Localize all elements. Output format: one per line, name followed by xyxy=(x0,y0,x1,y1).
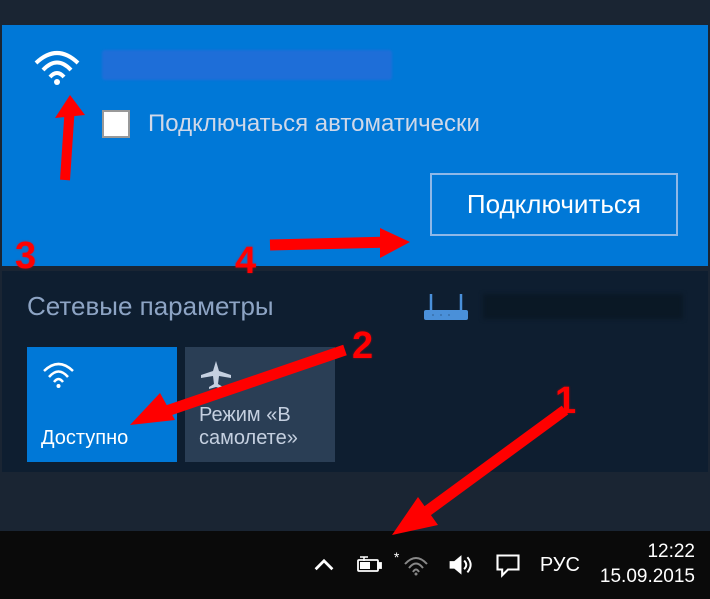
clock-time: 12:22 xyxy=(600,540,695,565)
airplane-tile-label: Режим «В самолете» xyxy=(199,404,321,450)
settings-title: Сетевые параметры xyxy=(27,291,274,322)
wifi-tile[interactable]: Доступно xyxy=(27,347,177,462)
action-center-icon[interactable] xyxy=(494,551,522,579)
network-settings-panel: Сетевые параметры xyxy=(2,271,708,472)
system-tray: * xyxy=(310,551,522,579)
wifi-icon xyxy=(41,359,76,389)
language-indicator[interactable]: РУС xyxy=(540,554,580,577)
auto-connect-label: Подключаться автоматически xyxy=(148,110,480,138)
network-header xyxy=(32,45,678,85)
router-info xyxy=(421,292,683,322)
airplane-icon xyxy=(199,359,234,389)
battery-icon[interactable] xyxy=(356,551,384,579)
auto-connect-checkbox[interactable] xyxy=(102,110,130,138)
taskbar-clock[interactable]: 12:22 15.09.2015 xyxy=(600,540,695,589)
quick-tiles: Доступно Режим «В самолете» xyxy=(27,347,683,462)
taskbar: * РУС 12:22 15.09.2015 xyxy=(0,531,710,599)
network-ssid-obscured xyxy=(102,50,392,80)
clock-date: 15.09.2015 xyxy=(600,565,695,590)
show-hidden-icons[interactable] xyxy=(310,551,338,579)
network-tray-icon[interactable]: * xyxy=(402,551,430,579)
router-icon xyxy=(421,292,471,322)
connect-button[interactable]: Подключиться xyxy=(430,173,678,236)
router-name-obscured xyxy=(483,294,683,319)
auto-connect-row: Подключаться автоматически xyxy=(102,110,678,138)
network-flyout-panel: Подключаться автоматически Подключиться xyxy=(2,25,708,266)
volume-icon[interactable] xyxy=(448,551,476,579)
settings-header: Сетевые параметры xyxy=(27,291,683,322)
airplane-mode-tile[interactable]: Режим «В самолете» xyxy=(185,347,335,462)
wifi-tile-label: Доступно xyxy=(41,427,163,450)
wifi-icon xyxy=(32,45,82,85)
